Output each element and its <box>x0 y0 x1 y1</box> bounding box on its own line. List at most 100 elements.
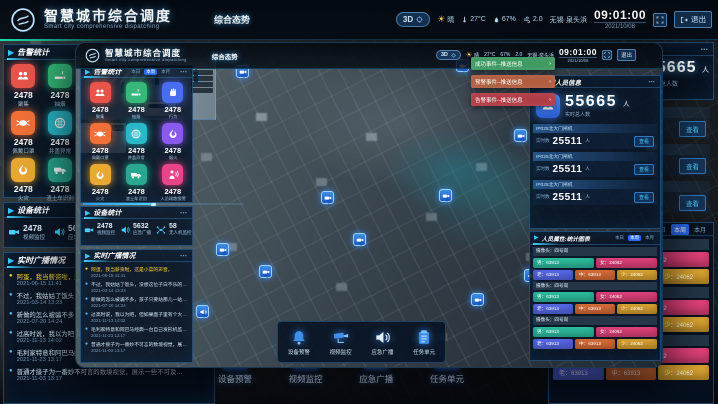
fullscreen-button[interactable] <box>653 13 667 27</box>
flame-icon <box>162 123 183 144</box>
alarm-stat-人员疏散报警[interactable]: 2478 人员疏散报警 <box>155 164 191 202</box>
humidity-item: 67% <box>493 16 516 24</box>
device-stat-无人机监控: 58 无人机监控 <box>156 223 192 236</box>
map-camera-marker[interactable] <box>514 129 527 142</box>
alarm-value: 2478 <box>5 137 42 147</box>
tab-本月[interactable]: 本月 <box>643 235 656 241</box>
device-value: 5632 <box>133 223 151 230</box>
clipboard-icon <box>414 329 434 346</box>
broadcast-panel: ▶实时广播情况⋯ ● 阿蛋，我当薪资啦，这是小菜的声音。 2021-06-15 … <box>80 249 193 363</box>
exit-button[interactable]: 退出 <box>617 49 636 61</box>
tab-本周[interactable]: 本周 <box>628 235 641 241</box>
chevron-right-icon: › <box>549 61 551 67</box>
device-stat-应急广播: 5632 应急广播 <box>120 223 151 236</box>
map-camera-marker[interactable] <box>471 293 484 306</box>
toolbar-应急广播[interactable]: 应急广播 <box>371 329 393 356</box>
alarm-label: 人员疏散报警 <box>156 196 189 202</box>
map-camera-marker[interactable] <box>259 265 272 278</box>
alarm-stat-烟火[interactable]: 2478 烟火 <box>155 123 191 161</box>
bullet-icon: ● <box>85 326 88 338</box>
broadcast-item[interactable]: ● 新做的怎么被骗不多，孩子只要站那儿一站，工画上气味… 2021-07-20 … <box>81 294 192 309</box>
toast-notification[interactable]: 告警事件--推送信息 › <box>471 93 555 106</box>
date-label: 2021/10/08 <box>594 22 646 31</box>
device-label: 视频监控 <box>97 230 115 236</box>
tab-本月[interactable]: 本月 <box>691 224 709 235</box>
view-button[interactable]: 查看 <box>634 164 654 175</box>
tab-本周[interactable]: 本周 <box>144 69 157 75</box>
toolbar-视频监控[interactable]: 视频监控 <box>330 329 352 356</box>
broadcast-item[interactable]: ● 阿蛋，我当薪资啦，这是小菜的声音。 2021-06-15 11:41 <box>81 264 192 279</box>
alarm-value: 2478 <box>42 184 79 194</box>
alarm-stat-抽烟[interactable]: 2478 抽烟 <box>42 64 79 108</box>
device-value: 2478 <box>23 223 45 233</box>
tab-本周[interactable]: 本周 <box>671 224 689 235</box>
alarm-stat-渣土车识别[interactable]: 2478 渣土车识别 <box>42 158 79 202</box>
app-title: 智慧城市综合调度 <box>44 9 172 24</box>
map-speaker-marker[interactable] <box>196 305 209 318</box>
smart-city-dashboard: 智慧城市综合调度 Smart city comprehensive dispat… <box>0 0 718 404</box>
broadcast-item[interactable]: ● 不过，我姑姑了饭头，没想这位子白不乐的问题？ 2021-03-14 13:2… <box>81 279 192 294</box>
view-button[interactable]: 查看 <box>634 192 654 203</box>
date-label: 2021/10/08 <box>559 57 597 64</box>
exit-button[interactable]: 退出 <box>674 11 712 28</box>
toast-notification[interactable]: 成功事件--推送信息 › <box>471 57 555 70</box>
bullet-icon: ● <box>9 367 13 382</box>
bell-icon <box>289 329 309 346</box>
broadcast-item[interactable]: ● 过高时说，我以为吧，但如果面子里有个大容量精选… 2021-11-13 14… <box>81 309 192 324</box>
map-camera-marker[interactable] <box>216 243 229 256</box>
alarm-stat-佩戴口罩[interactable]: 2478 佩戴口罩 <box>5 111 42 155</box>
tab-本月[interactable]: 本月 <box>159 69 172 75</box>
map-camera-marker[interactable] <box>353 233 366 246</box>
tab-overview[interactable]: 综合态势 <box>212 51 238 61</box>
device-label: 应急广播 <box>133 230 151 236</box>
map-camera-marker[interactable] <box>321 191 334 204</box>
tab-本日[interactable]: 本日 <box>129 69 142 75</box>
toast-notification[interactable]: 预警事件--推送信息 › <box>471 75 555 88</box>
alarm-value: 2478 <box>155 146 191 155</box>
drone-icon <box>156 225 166 235</box>
alarm-stat-聚集[interactable]: 2478 聚集 <box>5 64 42 108</box>
broadcast-date: 2021-03-14 13:23 <box>91 288 189 293</box>
3d-toggle[interactable]: 3D <box>436 50 461 60</box>
attr-pill-中: 中：63913 <box>575 304 615 314</box>
alarm-stat-井盖异常[interactable]: 2478 井盖异常 <box>42 111 79 155</box>
attr-group: 摄像头：四号岗 男：63913女：24062 老：63913中：63913少：2… <box>530 316 660 349</box>
device-value: 58 <box>169 223 192 230</box>
3d-toggle[interactable]: 3D <box>396 12 430 27</box>
panel-title: 设备统计 <box>17 205 49 216</box>
view-button[interactable]: 查看 <box>679 195 706 211</box>
alarm-stat-佩戴口罩[interactable]: 2478 佩戴口罩 <box>82 123 118 161</box>
alarm-stat-火灾[interactable]: 2478 火灾 <box>5 158 42 202</box>
speaker-icon <box>120 225 130 235</box>
alarm-label: 聚集 <box>5 100 42 108</box>
map-camera-marker[interactable] <box>439 189 452 202</box>
tab-overview[interactable]: 综合态势 <box>214 13 250 26</box>
toolbar-设备预警[interactable]: 设备预警 <box>288 329 310 356</box>
bullet-icon: ● <box>9 348 13 363</box>
broadcast-item[interactable]: ● 毛利家特意和阿巴马经典一台自己发形机监停，整个… 2021-11-23 13… <box>81 324 192 339</box>
broadcast-item[interactable]: ● 普通才接子为一番妙不可言的数境视觉，展示一些不可及… 2021-11-03 … <box>81 339 192 354</box>
alarm-stat-聚集[interactable]: 2478 聚集 <box>82 82 118 120</box>
alarm-stat-井盖异常[interactable]: 2478 井盖异常 <box>118 123 154 161</box>
clock: 09:01:00 2021/10/08 <box>594 9 646 31</box>
alarm-stat-行为[interactable]: 2478 行为 <box>155 82 191 120</box>
menu-dots[interactable]: ⋯ <box>649 78 657 86</box>
alarm-stat-火灾[interactable]: 2478 火灾 <box>82 164 118 202</box>
hand-icon <box>162 82 183 103</box>
gate-value: 25511 <box>553 164 583 175</box>
view-button[interactable]: 查看 <box>634 136 654 147</box>
gate-unit: 人 <box>585 138 590 144</box>
toolbar-任务单元[interactable]: 任务单元 <box>413 329 435 356</box>
view-button[interactable]: 查看 <box>679 121 706 137</box>
alarm-stat-渣土车识别[interactable]: 2478 渣土车识别 <box>118 164 154 202</box>
alarm-stat-抽烟[interactable]: 2478 抽烟 <box>118 82 154 120</box>
brand-logo-icon <box>10 7 36 33</box>
speaker-icon <box>372 329 392 346</box>
view-button[interactable]: 查看 <box>679 158 706 174</box>
fullscreen-button[interactable] <box>602 50 612 60</box>
menu-dots[interactable]: ⋯ <box>701 45 710 54</box>
tab-本日[interactable]: 本日 <box>613 235 626 241</box>
menu-dots[interactable]: ⋯ <box>180 252 188 260</box>
attr-pill-女: 女：24062 <box>596 292 657 302</box>
alarm-panel: ▶告警统计本日本周本月⋯ 2478 聚集 2478 抽烟 2478 行为 247… <box>80 65 193 203</box>
